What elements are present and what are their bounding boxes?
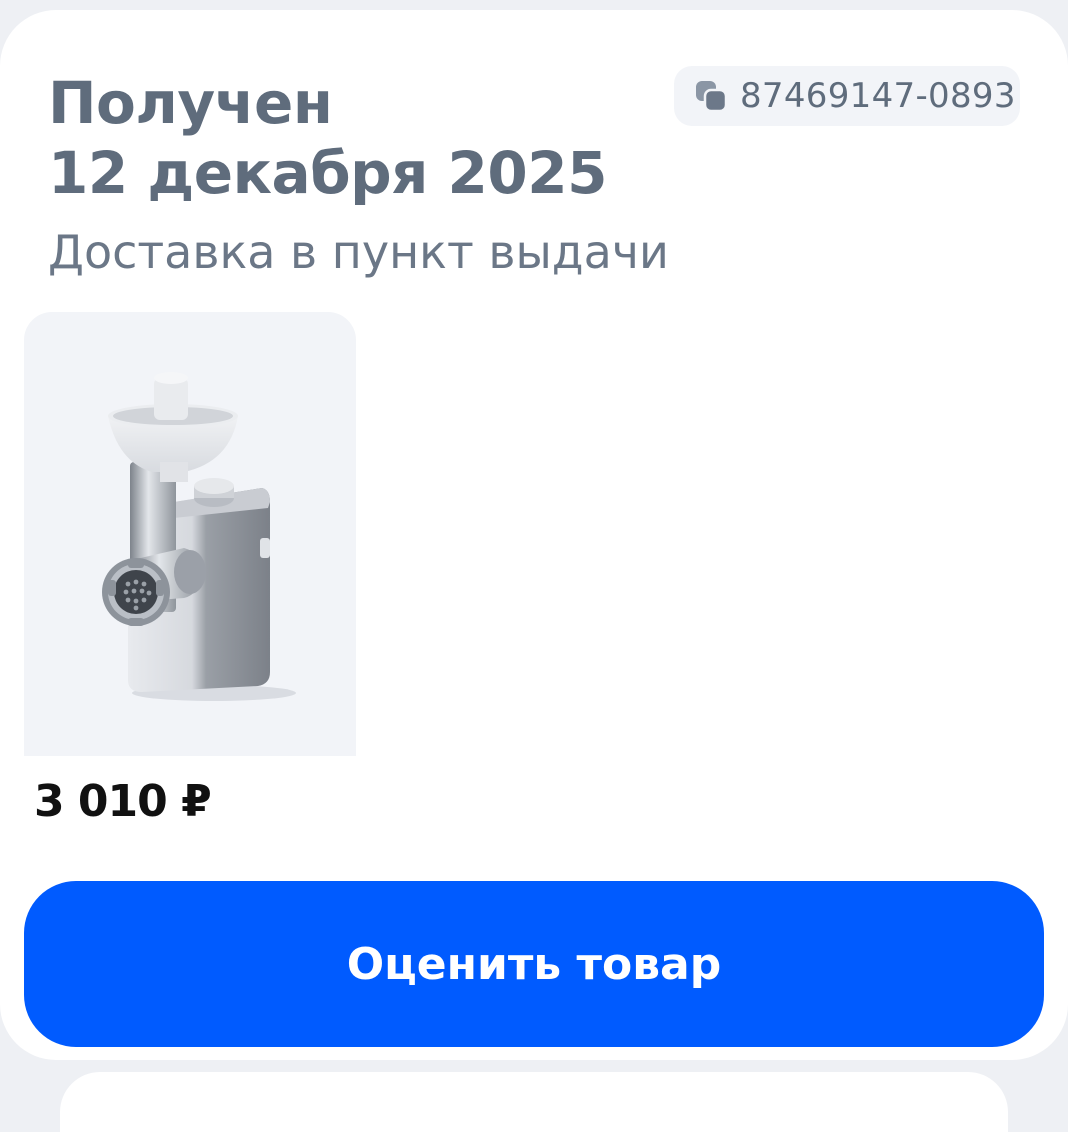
product-image[interactable] bbox=[24, 312, 356, 756]
order-status-label: Получен bbox=[48, 69, 333, 137]
copy-icon bbox=[694, 79, 728, 113]
order-card: Получен 12 декабря 2025 Доставка в пункт… bbox=[0, 10, 1068, 1060]
next-order-card-peek bbox=[60, 1072, 1008, 1132]
order-received-date: 12 декабря 2025 bbox=[48, 139, 607, 207]
delivery-type-label: Доставка в пункт выдачи bbox=[48, 225, 669, 279]
order-status-title: Получен 12 декабря 2025 bbox=[48, 68, 607, 208]
order-number-copy-chip[interactable]: 87469147-0893 bbox=[674, 66, 1020, 126]
meat-grinder-image bbox=[102, 372, 296, 701]
product-price: 3 010 ₽ bbox=[34, 776, 212, 827]
rate-product-button[interactable]: Оценить товар bbox=[24, 881, 1044, 1047]
order-number: 87469147-0893 bbox=[740, 76, 1016, 116]
